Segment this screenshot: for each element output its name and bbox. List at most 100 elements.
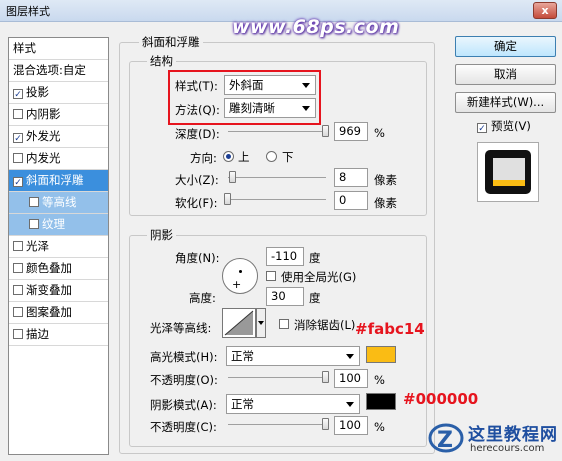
new-style-button[interactable]: 新建样式(W)... bbox=[455, 92, 556, 113]
style-item-checkbox[interactable] bbox=[13, 241, 23, 251]
shadow-mode-value: 正常 bbox=[231, 397, 254, 411]
style-item[interactable]: 图案叠加 bbox=[9, 302, 108, 324]
direction-up-label: 上 bbox=[238, 150, 250, 164]
style-item-checkbox[interactable] bbox=[13, 109, 23, 119]
highlight-opacity-input[interactable]: 100 bbox=[334, 369, 368, 388]
style-item[interactable]: 混合选项:自定 bbox=[9, 60, 108, 82]
depth-unit: % bbox=[374, 126, 385, 140]
technique-select[interactable]: 雕刻清晰 bbox=[224, 98, 316, 118]
style-item-label: 渐变叠加 bbox=[26, 283, 72, 297]
shadow-opacity-input[interactable]: 100 bbox=[334, 416, 368, 435]
depth-label: 深度(D): bbox=[175, 127, 220, 141]
direction-label: 方向: bbox=[190, 151, 217, 165]
style-item-checkbox[interactable] bbox=[13, 329, 23, 339]
style-item-checkbox[interactable] bbox=[29, 197, 39, 207]
highlight-color-swatch[interactable] bbox=[366, 346, 396, 363]
highlight-hex-annotation: #fabc14 bbox=[355, 320, 425, 338]
style-item[interactable]: 内发光 bbox=[9, 148, 108, 170]
style-item[interactable]: 纹理 bbox=[9, 214, 108, 236]
style-item-checkbox[interactable]: ✓ bbox=[13, 133, 23, 144]
highlight-mode-select[interactable]: 正常 bbox=[226, 346, 360, 366]
style-item-checkbox[interactable] bbox=[13, 307, 23, 317]
shadow-hex-annotation: #000000 bbox=[403, 390, 479, 408]
style-item-label: 投影 bbox=[26, 85, 49, 99]
style-item-label: 内阴影 bbox=[26, 107, 61, 121]
global-light-checkbox[interactable] bbox=[266, 270, 279, 283]
highlight-opacity-unit: % bbox=[374, 373, 385, 387]
structure-title: 结构 bbox=[147, 53, 176, 69]
style-item[interactable]: 光泽 bbox=[9, 236, 108, 258]
style-item-checkbox[interactable]: ✓ bbox=[13, 89, 23, 100]
depth-input[interactable]: 969 bbox=[334, 122, 368, 141]
style-item[interactable]: ✓ 投影 bbox=[9, 82, 108, 104]
antialias-label: 消除锯齿(L) bbox=[294, 318, 356, 332]
cancel-button[interactable]: 取消 bbox=[455, 64, 556, 85]
site-logo-icon: Z bbox=[428, 418, 464, 456]
style-item-checkbox[interactable] bbox=[13, 285, 23, 295]
preview-label: 预览(V) bbox=[491, 119, 531, 133]
style-item-label: 纹理 bbox=[42, 217, 65, 231]
style-item-label: 光泽 bbox=[26, 239, 49, 253]
highlight-mode-label: 高光模式(H): bbox=[150, 350, 218, 364]
gloss-contour-dropdown[interactable] bbox=[256, 308, 266, 338]
shadow-opacity-track[interactable] bbox=[228, 424, 326, 425]
direction-down-radio[interactable] bbox=[266, 151, 277, 162]
shadow-mode-label: 阴影模式(A): bbox=[150, 398, 217, 412]
chevron-down-icon bbox=[346, 354, 354, 359]
preview-swatch bbox=[485, 150, 531, 194]
preview-checkbox[interactable]: ✓ bbox=[477, 120, 490, 134]
bevel-emboss-title: 斜面和浮雕 bbox=[139, 34, 203, 50]
style-item[interactable]: 内阴影 bbox=[9, 104, 108, 126]
angle-dial-dot bbox=[239, 270, 242, 273]
window-title: 图层样式 bbox=[6, 5, 50, 18]
altitude-label: 高度: bbox=[189, 291, 216, 305]
altitude-unit: 度 bbox=[309, 291, 321, 305]
global-light-label: 使用全局光(G) bbox=[281, 270, 357, 284]
style-item-checkbox[interactable]: ✓ bbox=[13, 177, 23, 188]
size-slider-thumb[interactable] bbox=[228, 171, 236, 183]
style-item-checkbox[interactable] bbox=[13, 153, 23, 163]
ok-button[interactable]: 确定 bbox=[455, 36, 556, 57]
soften-slider-thumb[interactable] bbox=[224, 193, 231, 205]
shadow-mode-select[interactable]: 正常 bbox=[226, 394, 360, 414]
direction-up-radio[interactable] bbox=[223, 151, 234, 162]
size-input[interactable]: 8 bbox=[334, 168, 368, 187]
style-item-checkbox[interactable] bbox=[29, 219, 39, 229]
size-slider-track[interactable] bbox=[228, 177, 326, 178]
soften-unit: 像素 bbox=[374, 196, 397, 210]
style-item[interactable]: 等高线 bbox=[9, 192, 108, 214]
style-item-label: 图案叠加 bbox=[26, 305, 72, 319]
gloss-contour-picker[interactable] bbox=[222, 308, 256, 338]
preview-inner bbox=[493, 158, 525, 180]
technique-label: 方法(Q): bbox=[175, 103, 220, 117]
style-item-checkbox[interactable] bbox=[13, 263, 23, 273]
logo-url: herecours.com bbox=[470, 443, 545, 454]
shadow-color-swatch[interactable] bbox=[366, 393, 396, 410]
preview-highlight bbox=[493, 180, 525, 186]
size-unit: 像素 bbox=[374, 173, 397, 187]
highlight-opacity-track[interactable] bbox=[228, 377, 326, 378]
depth-slider-thumb[interactable] bbox=[322, 125, 329, 137]
chevron-down-icon bbox=[346, 402, 354, 407]
style-item-label: 混合选项:自定 bbox=[13, 63, 86, 77]
style-item[interactable]: 颜色叠加 bbox=[9, 258, 108, 280]
styles-header: 样式 bbox=[9, 38, 108, 60]
angle-input[interactable]: -110 bbox=[266, 247, 304, 266]
shadow-opacity-thumb[interactable] bbox=[322, 418, 329, 430]
style-item[interactable]: ✓ 斜面和浮雕 bbox=[9, 170, 108, 192]
svg-text:Z: Z bbox=[437, 428, 453, 453]
highlight-opacity-thumb[interactable] bbox=[322, 371, 329, 383]
highlight-opacity-label: 不透明度(O): bbox=[150, 373, 218, 387]
style-select[interactable]: 外斜面 bbox=[224, 75, 316, 95]
antialias-checkbox[interactable] bbox=[279, 318, 292, 331]
soften-input[interactable]: 0 bbox=[334, 191, 368, 210]
altitude-input[interactable]: 30 bbox=[266, 287, 304, 306]
style-item[interactable]: 描边 bbox=[9, 324, 108, 346]
depth-slider-track[interactable] bbox=[228, 131, 326, 132]
style-item-label: 内发光 bbox=[26, 151, 61, 165]
soften-slider-track[interactable] bbox=[228, 199, 326, 200]
style-item[interactable]: ✓ 外发光 bbox=[9, 126, 108, 148]
style-item[interactable]: 渐变叠加 bbox=[9, 280, 108, 302]
shading-group bbox=[129, 235, 427, 447]
close-button[interactable]: x bbox=[533, 2, 557, 19]
